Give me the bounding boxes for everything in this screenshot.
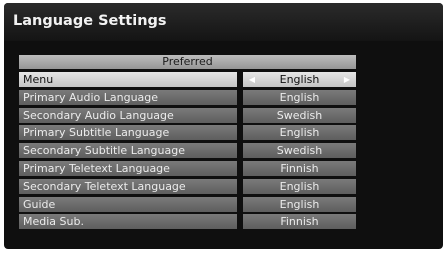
setting-value[interactable]: English [243, 196, 356, 212]
setting-row-secondary-subtitle[interactable]: Secondary Subtitle Language Swedish [19, 143, 356, 159]
setting-label: Menu [19, 72, 237, 87]
tv-screen: Language Settings Preferred Menu ◀ Engli… [4, 3, 443, 249]
setting-row-menu[interactable]: Menu ◀ English ▶ [19, 72, 356, 87]
setting-value[interactable]: English [243, 89, 356, 105]
setting-label: Media Sub. [19, 214, 237, 230]
setting-value[interactable]: Finnish [243, 160, 356, 176]
setting-value-selector[interactable]: ◀ English ▶ [243, 72, 356, 87]
setting-label: Primary Audio Language [19, 89, 237, 105]
setting-label: Guide [19, 196, 237, 212]
title-bar: Language Settings [4, 3, 443, 41]
setting-row-secondary-teletext[interactable]: Secondary Teletext Language English [19, 178, 356, 194]
arrow-left-icon[interactable]: ◀ [246, 72, 258, 87]
setting-label: Secondary Subtitle Language [19, 143, 237, 159]
setting-label: Primary Subtitle Language [19, 125, 237, 141]
setting-row-primary-audio[interactable]: Primary Audio Language English [19, 89, 356, 105]
setting-value[interactable]: Swedish [243, 143, 356, 159]
settings-list: Menu ◀ English ▶ Primary Audio Language … [19, 72, 356, 232]
setting-row-primary-subtitle[interactable]: Primary Subtitle Language English [19, 125, 356, 141]
page-title: Language Settings [13, 13, 167, 29]
preferred-header: Preferred [19, 55, 356, 69]
setting-row-media-sub[interactable]: Media Sub. Finnish [19, 214, 356, 230]
setting-row-secondary-audio[interactable]: Secondary Audio Language Swedish [19, 107, 356, 123]
setting-label: Secondary Audio Language [19, 107, 237, 123]
setting-value[interactable]: Swedish [243, 107, 356, 123]
setting-value[interactable]: Finnish [243, 214, 356, 230]
setting-value: English [279, 73, 320, 86]
setting-row-guide[interactable]: Guide English [19, 196, 356, 212]
setting-label: Primary Teletext Language [19, 160, 237, 176]
setting-value[interactable]: English [243, 125, 356, 141]
setting-value[interactable]: English [243, 178, 356, 194]
setting-label: Secondary Teletext Language [19, 178, 237, 194]
setting-row-primary-teletext[interactable]: Primary Teletext Language Finnish [19, 160, 356, 176]
arrow-right-icon[interactable]: ▶ [341, 72, 353, 87]
